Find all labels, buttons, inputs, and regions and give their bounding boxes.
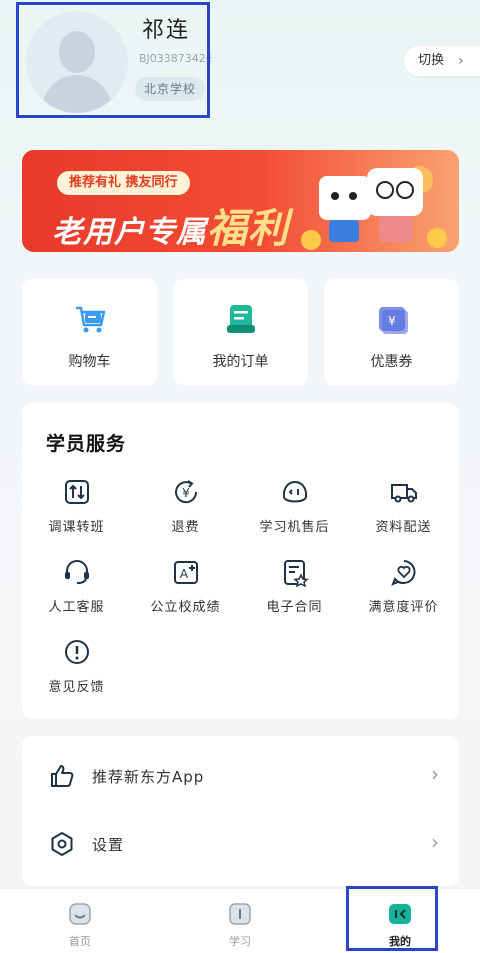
- menu-label: 设置: [92, 836, 125, 854]
- mascot-illustration-icon: [301, 166, 447, 250]
- delivery-truck-icon: [390, 484, 417, 503]
- service-school-grades[interactable]: A 公立校成绩: [131, 557, 240, 627]
- headset-icon: [64, 560, 89, 584]
- student-services-panel: 学员服务 调课转班 ¥ 退费 学习机售后 资料配送 人工客服 A 公立校成绩 电…: [22, 403, 459, 719]
- tab-label: 学习: [229, 935, 251, 948]
- service-label: 电子合同: [266, 600, 323, 615]
- chevron-right-icon: ›: [431, 830, 439, 854]
- settings-menu: 推荐新东方App › 设置 ›: [22, 736, 459, 886]
- grade-icon: A: [173, 561, 198, 584]
- switch-class-icon: [64, 480, 89, 504]
- banner-title-highlight: 福利: [207, 206, 289, 252]
- tab-study[interactable]: 学习: [160, 889, 320, 953]
- service-refund[interactable]: ¥ 退费: [131, 477, 240, 547]
- banner-tag: 推荐有礼 携友同行: [57, 171, 190, 195]
- service-label: 人工客服: [48, 600, 105, 615]
- service-feedback[interactable]: 意见反馈: [22, 637, 131, 707]
- order-icon: [226, 305, 255, 333]
- device-service-icon: [282, 480, 307, 503]
- shopping-cart-icon: [75, 306, 105, 333]
- switch-label: 切换: [418, 53, 445, 68]
- svg-text:¥: ¥: [388, 314, 396, 328]
- service-label: 退费: [171, 520, 200, 535]
- thumbs-up-icon: [51, 765, 74, 787]
- quick-link-label: 优惠券: [370, 354, 413, 370]
- svg-text:A: A: [179, 567, 188, 581]
- service-label: 公立校成绩: [150, 600, 221, 615]
- service-label: 资料配送: [375, 520, 432, 535]
- service-label: 满意度评价: [368, 600, 439, 615]
- service-label: 学习机售后: [259, 520, 330, 535]
- heart-chat-icon: [390, 560, 415, 586]
- quick-link-label: 我的订单: [212, 354, 269, 370]
- service-customer-support[interactable]: 人工客服: [22, 557, 131, 627]
- settings-icon: [51, 832, 73, 856]
- tab-highlight-box: [346, 886, 438, 951]
- service-label: 调课转班: [48, 520, 105, 535]
- refund-icon: ¥: [174, 480, 197, 504]
- study-icon: [229, 903, 251, 925]
- menu-settings[interactable]: 设置 ›: [22, 814, 459, 874]
- banner-title: 老用户专属福利: [52, 196, 289, 252]
- services-title: 学员服务: [46, 433, 127, 455]
- referral-banner[interactable]: 推荐有礼 携友同行 老用户专属福利: [22, 150, 459, 252]
- feedback-icon: [64, 640, 89, 664]
- quick-link-label: 购物车: [68, 354, 111, 370]
- service-e-contract[interactable]: 电子合同: [240, 557, 349, 627]
- chevron-right-icon: ›: [431, 762, 439, 786]
- coupon-icon: ¥: [378, 307, 408, 334]
- profile-highlight-box: [16, 2, 210, 118]
- svg-text:¥: ¥: [182, 486, 190, 500]
- home-icon: [69, 903, 91, 925]
- banner-title-prefix: 老用户专属: [52, 215, 207, 250]
- contract-icon: [283, 560, 309, 587]
- service-switch-class[interactable]: 调课转班: [22, 477, 131, 547]
- tab-label: 首页: [69, 935, 91, 948]
- shopping-cart-card[interactable]: 购物车: [22, 279, 157, 385]
- chevron-right-icon: ›: [458, 53, 464, 69]
- coupons-card[interactable]: ¥ 优惠券: [324, 279, 459, 385]
- menu-label: 推荐新东方App: [92, 768, 205, 786]
- service-satisfaction[interactable]: 满意度评价: [349, 557, 458, 627]
- service-material-delivery[interactable]: 资料配送: [349, 477, 458, 547]
- my-orders-card[interactable]: 我的订单: [173, 279, 308, 385]
- service-device-aftersale[interactable]: 学习机售后: [240, 477, 349, 547]
- switch-account-button[interactable]: 切换 ›: [404, 46, 480, 76]
- tab-home[interactable]: 首页: [0, 889, 160, 953]
- menu-recommend-app[interactable]: 推荐新东方App ›: [22, 746, 459, 806]
- service-label: 意见反馈: [48, 680, 105, 695]
